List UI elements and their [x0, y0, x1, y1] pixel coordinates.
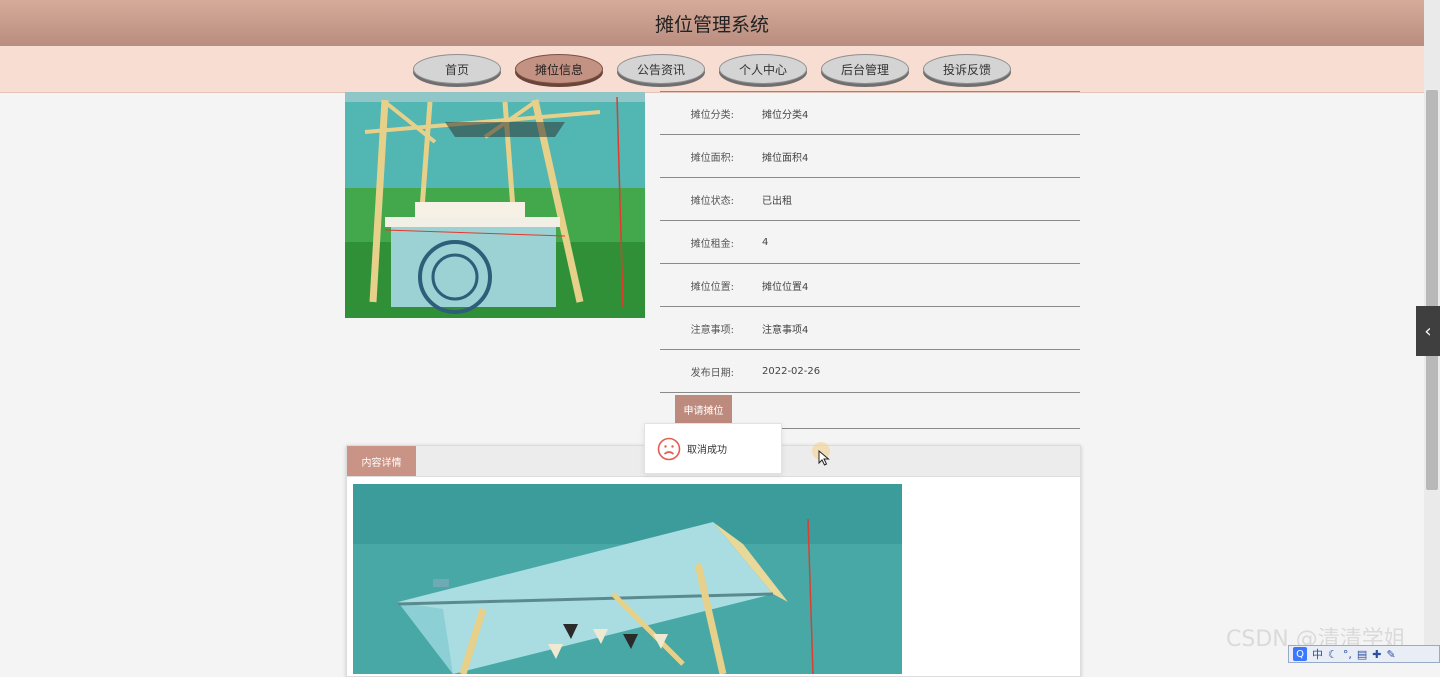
nav-admin[interactable]: 后台管理	[821, 54, 909, 84]
toast-message: 取消成功	[644, 423, 782, 474]
info-label: 注意事项:	[690, 324, 734, 336]
toolbox-icon[interactable]: ✚	[1372, 648, 1381, 661]
nav-personal-center[interactable]: 个人中心	[719, 54, 807, 84]
info-row-date: 发布日期: 2022-02-26	[660, 350, 1080, 393]
apply-stall-button[interactable]: 申请摊位	[675, 395, 732, 423]
info-label: 发布日期:	[690, 367, 734, 379]
ime-mode-label[interactable]: 中	[1312, 646, 1323, 662]
ime-toolbar: Q 中 ☾ °, ▤ ✚ ✎	[1288, 645, 1440, 663]
nav-home[interactable]: 首页	[413, 54, 501, 84]
info-label: 摊位位置:	[690, 281, 734, 293]
info-label: 摊位分类:	[690, 109, 734, 121]
content-detail-panel: 内容详情	[346, 445, 1081, 677]
info-value: 摊位位置4	[762, 281, 809, 293]
stall-photo	[345, 92, 645, 318]
detail-photo	[353, 484, 902, 674]
sad-face-icon	[657, 437, 681, 460]
nav-announcements[interactable]: 公告资讯	[617, 54, 705, 84]
mouse-cursor-icon	[818, 450, 830, 466]
app-header: 摊位管理系统	[0, 0, 1424, 46]
keyboard-icon[interactable]: ▤	[1357, 648, 1367, 661]
info-label: 摊位状态:	[690, 195, 734, 207]
tab-content-detail[interactable]: 内容详情	[347, 446, 416, 476]
scrollbar-thumb[interactable]	[1426, 90, 1438, 490]
nav-stall-info[interactable]: 摊位信息	[515, 54, 603, 84]
info-row-location: 摊位位置: 摊位位置4	[660, 264, 1080, 307]
info-row-category: 摊位分类: 摊位分类4	[660, 92, 1080, 135]
info-row-notes: 注意事项: 注意事项4	[660, 307, 1080, 350]
info-label: 摊位租金:	[690, 238, 734, 250]
main-nav: 首页 摊位信息 公告资讯 个人中心 后台管理 投诉反馈	[0, 46, 1424, 93]
nav-feedback[interactable]: 投诉反馈	[923, 54, 1011, 84]
info-value: 2022-02-26	[762, 365, 821, 377]
moon-icon[interactable]: ☾	[1328, 648, 1338, 661]
settings-icon[interactable]: ✎	[1387, 648, 1396, 661]
page-title: 摊位管理系统	[654, 13, 769, 36]
info-row-area: 摊位面积: 摊位面积4	[660, 135, 1080, 178]
sidebar-toggle-chevron-left-icon[interactable]: ‹	[1416, 306, 1440, 356]
info-value: 注意事项4	[762, 324, 809, 336]
info-row-rent: 摊位租金: 4	[660, 221, 1080, 264]
info-row-status: 摊位状态: 已出租	[660, 178, 1080, 221]
info-value: 4	[762, 236, 769, 248]
toast-text: 取消成功	[687, 445, 727, 456]
info-value: 摊位面积4	[762, 152, 809, 164]
punctuation-icon[interactable]: °,	[1343, 648, 1352, 661]
ime-logo-icon[interactable]: Q	[1293, 647, 1307, 661]
info-label: 摊位面积:	[690, 152, 734, 164]
stall-info-table: 摊位分类: 摊位分类4 摊位面积: 摊位面积4 摊位状态: 已出租 摊位租金: …	[660, 92, 1080, 393]
info-value: 已出租	[762, 195, 792, 207]
info-value: 摊位分类4	[762, 109, 809, 121]
